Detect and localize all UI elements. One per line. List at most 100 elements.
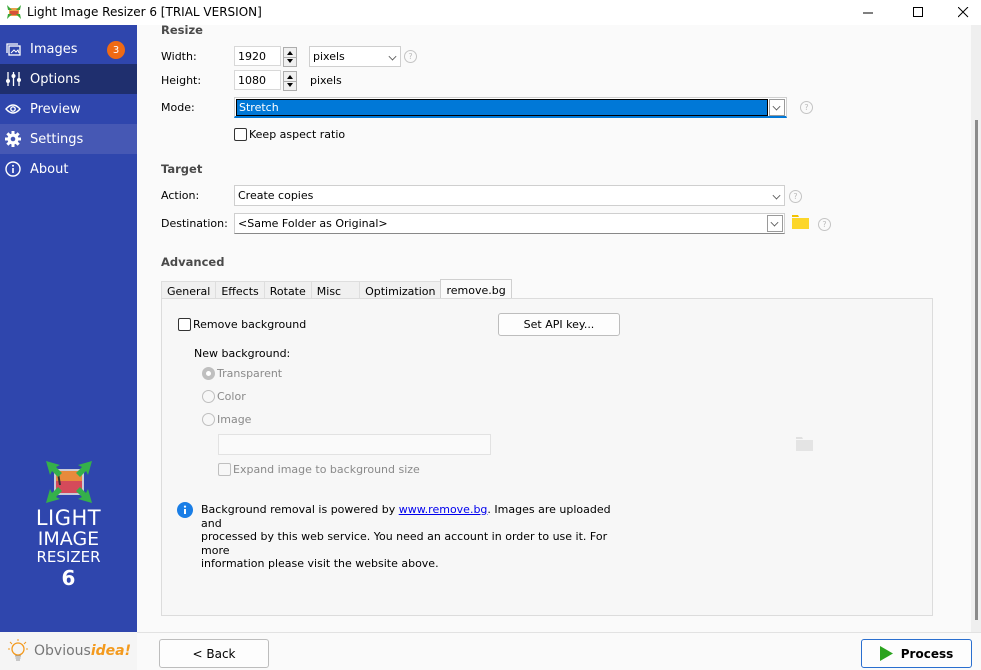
new-background-label: New background: <box>194 347 291 360</box>
folder-icon[interactable] <box>796 437 813 451</box>
resize-section-title: Resize <box>161 23 203 37</box>
height-input[interactable]: 1080 <box>234 70 297 91</box>
width-spinner[interactable] <box>283 47 297 67</box>
help-icon[interactable]: ? <box>404 50 417 63</box>
image-label: Image <box>217 413 252 426</box>
chevron-down-icon <box>388 52 397 61</box>
mode-label: Mode: <box>161 101 195 114</box>
sidebar-item-label: Images <box>30 41 78 57</box>
sidebar-item-about[interactable]: About <box>0 154 137 184</box>
remove-bg-link[interactable]: www.remove.bg <box>399 503 488 516</box>
expand-image-label: Expand image to background size <box>233 463 420 476</box>
vendor-name-prefix: Obvious <box>34 643 91 659</box>
vendor-name-suffix: idea! <box>90 643 131 659</box>
logo-line-1: LIGHT <box>35 506 102 530</box>
close-button[interactable] <box>940 0 981 25</box>
chevron-down-icon <box>772 102 781 111</box>
title-bar: Light Image Resizer 6 [TRIAL VERSION] <box>0 0 981 25</box>
target-section-title: Target <box>161 162 203 176</box>
action-select[interactable]: Create copies <box>234 185 785 206</box>
remove-bg-info-text: Background removal is powered by www.rem… <box>201 503 621 571</box>
sidebar-item-label: Options <box>30 71 81 87</box>
color-label: Color <box>217 390 246 403</box>
background-image-path-input[interactable] <box>218 434 491 455</box>
info-text-part: Background removal is powered by <box>201 503 399 516</box>
info-icon <box>5 161 21 177</box>
logo-line-4: 6 <box>61 566 76 590</box>
lightbulb-icon <box>8 639 28 661</box>
height-unit-label: pixels <box>310 74 342 87</box>
maximize-icon <box>912 7 923 17</box>
images-icon <box>5 41 21 57</box>
scrollbar-thumb[interactable] <box>975 120 978 620</box>
vendor-name: Obviousidea! <box>34 643 131 659</box>
height-label: Height: <box>161 74 202 87</box>
help-icon[interactable]: ? <box>818 218 831 231</box>
transparent-radio[interactable] <box>202 367 215 380</box>
destination-label: Destination: <box>161 217 228 230</box>
advanced-tabs: General Effects Rotate Misc Optimization… <box>161 279 512 301</box>
sidebar-item-label: About <box>30 161 69 177</box>
vendor-logo[interactable]: Obviousidea! <box>0 632 137 670</box>
remove-background-label: Remove background <box>193 318 307 331</box>
minimize-button[interactable] <box>845 0 891 25</box>
mode-dropdown-button[interactable] <box>769 99 785 116</box>
window-title: Light Image Resizer 6 [TRIAL VERSION] <box>27 5 262 19</box>
image-radio[interactable] <box>202 413 215 426</box>
width-input[interactable]: 1920 <box>234 46 297 67</box>
vertical-scrollbar[interactable] <box>971 25 981 632</box>
destination-dropdown-button[interactable] <box>767 215 783 232</box>
gear-icon <box>5 131 21 147</box>
keep-aspect-checkbox[interactable] <box>234 128 247 141</box>
info-text-part: information please visit the website abo… <box>201 557 439 570</box>
destination-value: <Same Folder as Original> <box>238 217 388 230</box>
folder-icon[interactable] <box>792 215 809 229</box>
width-label: Width: <box>161 50 197 63</box>
info-text-part: processed by this web service. You need … <box>201 530 608 557</box>
minimize-icon <box>862 12 873 14</box>
unit-select-value: pixels <box>313 50 345 63</box>
expand-image-checkbox[interactable] <box>218 463 231 476</box>
keep-aspect-label: Keep aspect ratio <box>249 128 346 141</box>
advanced-section-title: Advanced <box>161 255 225 269</box>
width-value: 1920 <box>238 49 266 63</box>
sidebar-item-settings[interactable]: Settings <box>0 124 137 154</box>
play-icon <box>879 646 893 661</box>
sidebar-item-images[interactable]: Images 3 <box>0 34 137 64</box>
app-icon <box>7 5 21 19</box>
remove-background-checkbox[interactable] <box>178 318 191 331</box>
set-api-key-button[interactable]: Set API key... <box>498 313 620 336</box>
info-icon <box>177 502 193 518</box>
product-logo: LIGHT IMAGE RESIZER 6 <box>0 461 137 590</box>
chevron-down-icon <box>770 218 779 227</box>
logo-line-3: RESIZER <box>36 548 101 566</box>
process-button[interactable]: Process <box>861 639 972 668</box>
action-select-value: Create copies <box>238 189 314 202</box>
height-value: 1080 <box>238 73 266 87</box>
sidebar-item-options[interactable]: Options <box>0 64 137 94</box>
product-logo-icon <box>45 461 92 503</box>
logo-line-2: IMAGE <box>37 528 100 550</box>
sliders-icon <box>5 71 21 87</box>
sidebar: Images 3 Options Preview Settings About <box>0 25 137 632</box>
maximize-button[interactable] <box>895 0 941 25</box>
color-radio[interactable] <box>202 390 215 403</box>
action-label: Action: <box>161 189 200 202</box>
sidebar-item-label: Preview <box>30 101 81 117</box>
images-count-badge: 3 <box>107 41 125 59</box>
height-spinner[interactable] <box>283 71 297 91</box>
help-icon[interactable]: ? <box>800 101 813 114</box>
sidebar-item-preview[interactable]: Preview <box>0 94 137 124</box>
destination-combobox[interactable]: <Same Folder as Original> <box>234 213 785 234</box>
process-label: Process <box>900 646 954 661</box>
close-icon <box>957 7 968 18</box>
back-button[interactable]: < Back <box>159 639 269 668</box>
transparent-label: Transparent <box>217 367 283 380</box>
chevron-down-icon <box>772 191 781 200</box>
mode-select[interactable]: Stretch <box>234 97 787 118</box>
sidebar-item-label: Settings <box>30 131 84 147</box>
mode-select-value: Stretch <box>236 99 768 116</box>
help-icon[interactable]: ? <box>789 190 802 203</box>
unit-select[interactable]: pixels <box>309 46 401 67</box>
eye-icon <box>5 101 21 117</box>
